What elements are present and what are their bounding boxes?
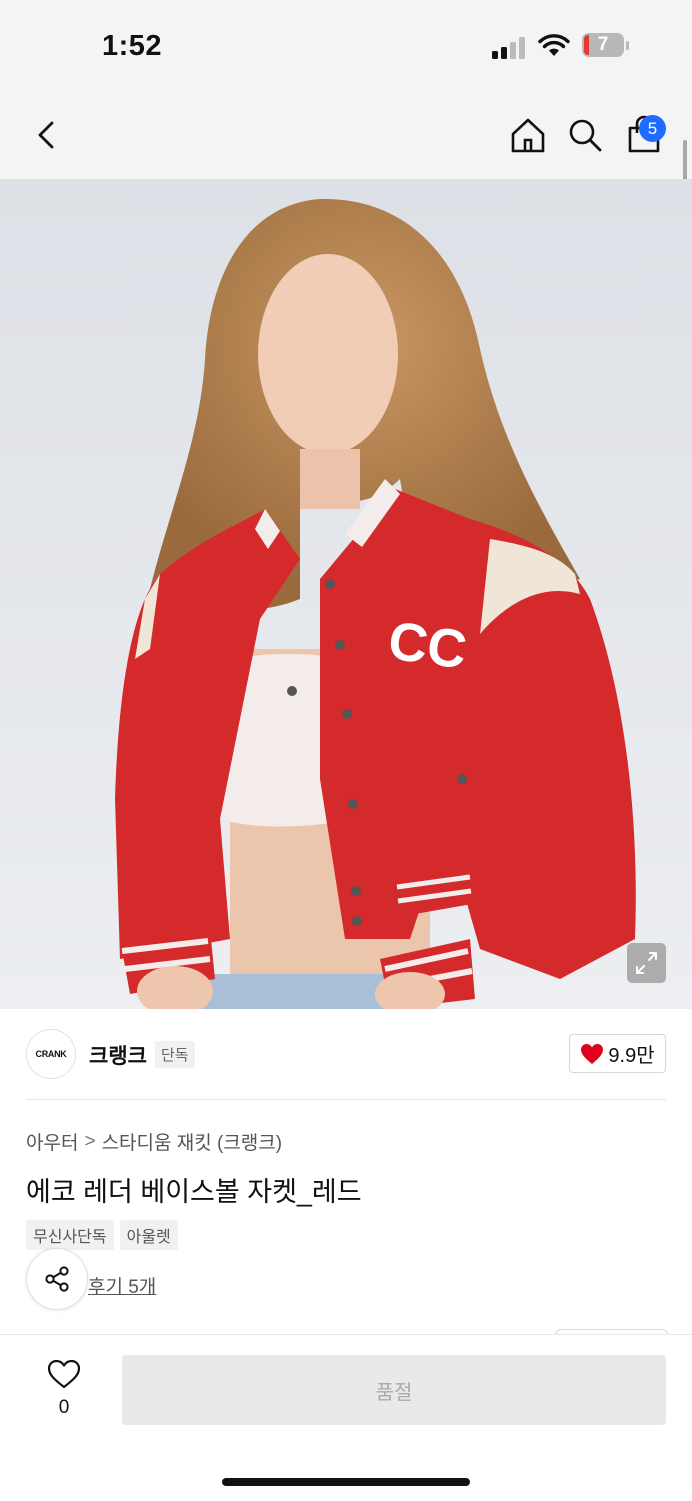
tag-outlet: 아울렛 <box>119 1220 178 1250</box>
model-photo-illustration: CC <box>0 179 692 1009</box>
share-button[interactable] <box>26 1248 88 1310</box>
sold-out-button[interactable]: 품절 <box>122 1355 666 1425</box>
svg-text:CC: CC <box>385 610 471 680</box>
share-icon <box>45 1266 69 1292</box>
heart-filled-icon <box>581 1043 604 1064</box>
breadcrumb: 아우터 > 스타디움 재킷 (크랭크) <box>26 1128 282 1155</box>
search-icon[interactable] <box>563 113 607 157</box>
cart-count-badge: 5 <box>639 115 666 142</box>
product-image[interactable]: CC <box>0 179 692 1009</box>
brand-like-button[interactable]: 9.9만 <box>569 1034 666 1073</box>
status-bar: 1:52 7 <box>0 0 692 95</box>
wishlist-count: 0 <box>58 1397 70 1418</box>
heart-outline-icon <box>47 1359 81 1389</box>
review-link[interactable]: 후기 5개 <box>88 1272 156 1299</box>
divider <box>26 1099 666 1100</box>
brand-logo[interactable]: CRANK <box>26 1029 76 1079</box>
expand-icon <box>636 952 657 974</box>
brand-name[interactable]: 크랭크 <box>89 1040 147 1070</box>
breadcrumb-category[interactable]: 아우터 <box>26 1128 78 1155</box>
breadcrumb-separator: > <box>84 1130 96 1152</box>
product-title: 에코 레더 베이스볼 자켓_레드 <box>26 1177 362 1207</box>
brand-like-count: 9.9만 <box>608 1045 655 1067</box>
home-indicator[interactable] <box>222 1478 470 1486</box>
wishlist-button[interactable]: 0 <box>40 1357 88 1421</box>
battery-icon: 7 <box>582 33 629 59</box>
battery-level: 7 <box>597 34 609 55</box>
exclusive-badge: 단독 <box>155 1041 195 1068</box>
home-icon[interactable] <box>506 113 550 157</box>
status-time: 1:52 <box>102 30 163 62</box>
breadcrumb-subcategory[interactable]: 스타디움 재킷 (크랭크) <box>102 1128 283 1155</box>
product-tags: 무신사단독 아울렛 <box>26 1220 178 1250</box>
expand-image-button[interactable] <box>627 943 666 983</box>
cellular-signal-icon <box>492 35 526 59</box>
tag-exclusive: 무신사단독 <box>26 1220 114 1250</box>
wifi-icon <box>538 34 570 56</box>
nav-bar <box>0 95 692 179</box>
back-chevron-icon[interactable] <box>24 113 68 157</box>
